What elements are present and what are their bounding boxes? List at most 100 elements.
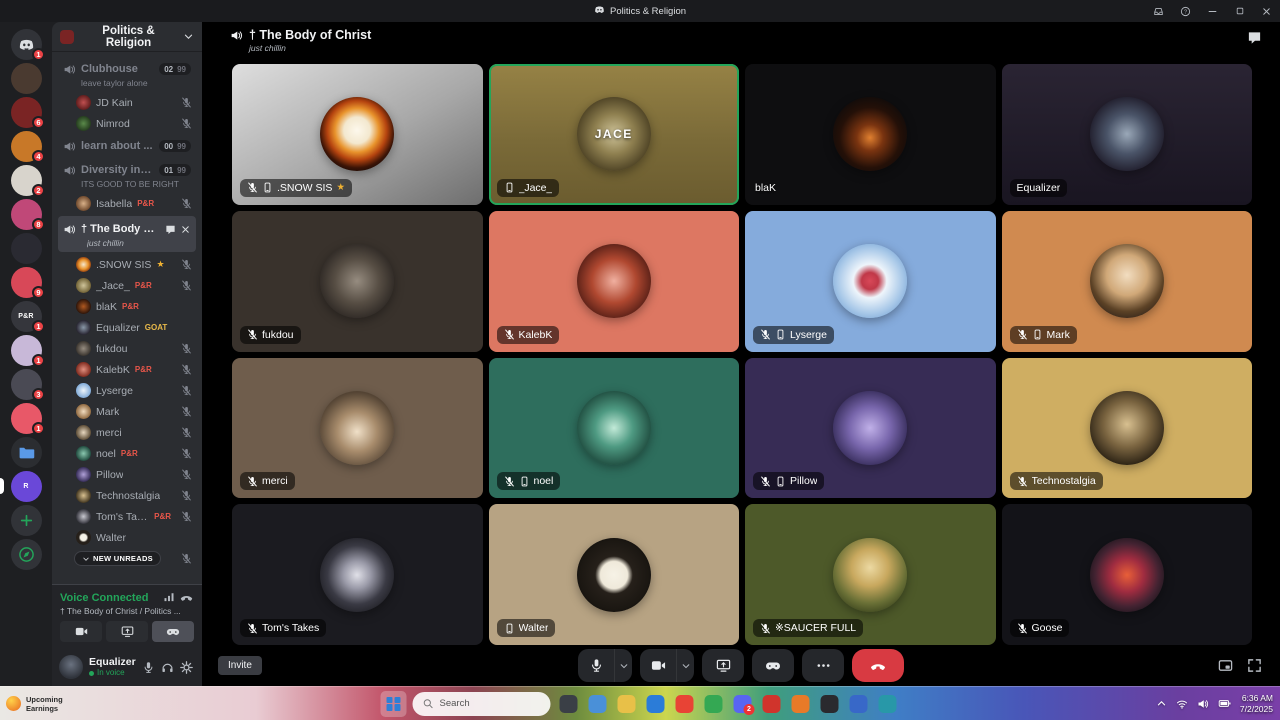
activities-button[interactable] xyxy=(152,621,194,642)
voice-tile-goose[interactable]: Goose xyxy=(1001,504,1252,645)
server-icon-server-5[interactable]: 8 xyxy=(0,197,52,231)
voice-user-snow-sis[interactable]: .SNOW SIS ★ xyxy=(52,254,202,275)
voice-tile-noel[interactable]: noel xyxy=(488,357,739,499)
server-icon-rumble[interactable]: R xyxy=(0,469,52,503)
battery-icon[interactable] xyxy=(1217,696,1232,711)
server-icon-add-server[interactable] xyxy=(0,503,52,537)
voice-user-fukdou[interactable]: fukdou xyxy=(52,338,202,359)
start-button[interactable] xyxy=(380,690,407,717)
taskbar-app-app-blue[interactable] xyxy=(847,692,871,716)
voice-user-technostalgia[interactable]: Technostalgia xyxy=(52,485,202,506)
voice-tile-fukdou[interactable]: fukdou xyxy=(232,210,483,352)
voice-tile-equalizer[interactable]: Equalizer xyxy=(1001,64,1252,205)
server-icon-explore[interactable] xyxy=(0,537,52,571)
screen-share-button[interactable] xyxy=(702,649,744,682)
voice-tile-snow-sis[interactable]: .SNOW SIS ★ xyxy=(232,64,483,205)
voice-tile-blak[interactable]: blaK xyxy=(745,64,996,205)
voice-tile-tom-s-takes[interactable]: Tom's Takes xyxy=(232,504,483,645)
taskbar-app-app-red[interactable] xyxy=(760,692,784,716)
voice-tile-technostalgia[interactable]: Technostalgia xyxy=(1001,357,1252,499)
voice-tile-saucer-full[interactable]: ※SAUCER FULL xyxy=(745,504,996,645)
server-icon-server-8[interactable]: 1 xyxy=(0,333,52,367)
voice-tile-walter[interactable]: Walter xyxy=(488,504,739,645)
server-icon-server-2[interactable]: 6 xyxy=(0,95,52,129)
voice-user-pillow[interactable]: Pillow xyxy=(52,464,202,485)
taskbar-app-app-green[interactable] xyxy=(702,692,726,716)
voice-user-blak[interactable]: blaK P&R xyxy=(52,296,202,317)
fullscreen-button[interactable] xyxy=(1245,656,1264,675)
voice-user-nimrod[interactable]: Nimrod xyxy=(52,113,202,134)
server-icon-server-7[interactable]: 9 xyxy=(0,265,52,299)
taskbar-app-file-explorer[interactable] xyxy=(615,692,639,716)
taskbar-app-discord[interactable]: 2 xyxy=(731,692,755,716)
taskbar-search[interactable]: Search xyxy=(412,691,551,716)
guild-header[interactable]: Politics & Religion xyxy=(52,22,202,52)
settings-button[interactable] xyxy=(178,659,195,676)
server-icon-server-pr[interactable]: P&R 1 xyxy=(0,299,52,333)
widgets-panel[interactable]: Upcoming Earnings xyxy=(6,695,63,713)
tray-overflow-button[interactable] xyxy=(1155,697,1168,710)
server-icon-server-4[interactable]: 2 xyxy=(0,163,52,197)
mute-button[interactable] xyxy=(140,659,157,676)
user-avatar[interactable] xyxy=(59,655,83,679)
taskbar-app-app-teal[interactable] xyxy=(876,692,900,716)
voice-user-mark[interactable]: Mark xyxy=(52,401,202,422)
taskbar-app-obs[interactable] xyxy=(818,692,842,716)
taskbar-app-app-orange[interactable] xyxy=(789,692,813,716)
mic-options-button[interactable] xyxy=(614,649,632,682)
voice-user-lyserge[interactable]: Lyserge xyxy=(52,380,202,401)
voice-user-merci[interactable]: merci xyxy=(52,422,202,443)
wifi-icon[interactable] xyxy=(1175,697,1189,711)
server-icon-server-1[interactable] xyxy=(0,61,52,95)
open-chat-button[interactable] xyxy=(1245,28,1264,47)
voice-user-noel[interactable]: noel P&R xyxy=(52,443,202,464)
taskbar-app-task-view[interactable] xyxy=(557,692,581,716)
screen-share-button[interactable] xyxy=(106,621,148,642)
help-button[interactable]: ? xyxy=(1172,0,1199,22)
server-icon-server-3[interactable]: 4 xyxy=(0,129,52,163)
voice-user-jace[interactable]: _Jace_ P&R xyxy=(52,275,202,296)
minimize-button[interactable] xyxy=(1199,0,1226,22)
server-icon-discord-home[interactable]: 1 xyxy=(0,27,52,61)
maximize-button[interactable] xyxy=(1226,0,1253,22)
invite-button[interactable]: Invite xyxy=(218,656,262,675)
voice-user-jd-kain[interactable]: JD Kain xyxy=(52,92,202,113)
user-info[interactable]: Equalizer In voice xyxy=(89,656,136,678)
activities-button[interactable] xyxy=(752,649,794,682)
disconnect-button[interactable] xyxy=(179,590,194,605)
voice-user-kalebk[interactable]: KalebK P&R xyxy=(52,359,202,380)
taskbar-app-chrome[interactable] xyxy=(673,692,697,716)
voice-user-isabella[interactable]: Isabella P&R xyxy=(52,193,202,214)
taskbar-app-edge[interactable] xyxy=(644,692,668,716)
camera-toggle-button[interactable] xyxy=(640,649,676,682)
clock[interactable]: 6:36 AM 7/2/2025 xyxy=(1239,692,1274,716)
taskbar-app-widgets[interactable] xyxy=(586,692,610,716)
server-icon-server-9[interactable]: 3 xyxy=(0,367,52,401)
deafen-button[interactable] xyxy=(159,659,176,676)
voice-tile-kalebk[interactable]: KalebK xyxy=(488,210,739,352)
inbox-button[interactable] xyxy=(1145,0,1172,22)
voice-tile-merci[interactable]: merci xyxy=(232,357,483,499)
close-button[interactable] xyxy=(1253,0,1280,22)
noise-suppression-button[interactable] xyxy=(162,590,176,605)
voice-tile-jace[interactable]: JACE _Jace_ xyxy=(488,64,739,205)
voice-tile-mark[interactable]: Mark xyxy=(1001,210,1252,352)
voice-tile-pillow[interactable]: Pillow xyxy=(745,357,996,499)
more-options-button[interactable] xyxy=(802,649,844,682)
voice-channel-the-body-of-c[interactable]: † The Body of C... just chillin xyxy=(58,216,196,252)
volume-icon[interactable] xyxy=(1196,697,1210,711)
voice-user-tom-s-takes[interactable]: Tom's Takes P&R xyxy=(52,506,202,527)
server-icon-server-6[interactable] xyxy=(0,231,52,265)
pip-button[interactable] xyxy=(1216,656,1235,675)
voice-tile-lyserge[interactable]: Lyserge xyxy=(745,210,996,352)
server-icon-server-10[interactable]: 1 xyxy=(0,401,52,435)
new-unreads-pill[interactable]: NEW UNREADS xyxy=(74,551,161,566)
voice-user-equalizer[interactable]: Equalizer GOAT xyxy=(52,317,202,338)
server-icon-server-folder[interactable] xyxy=(0,435,52,469)
voice-user-walter[interactable]: Walter xyxy=(52,527,202,548)
camera-button[interactable] xyxy=(60,621,102,642)
disconnect-call-button[interactable] xyxy=(852,649,904,682)
voice-channel-learn-about[interactable]: learn about ... 00 99 xyxy=(58,134,196,158)
camera-options-button[interactable] xyxy=(676,649,694,682)
mic-toggle-button[interactable] xyxy=(578,649,614,682)
